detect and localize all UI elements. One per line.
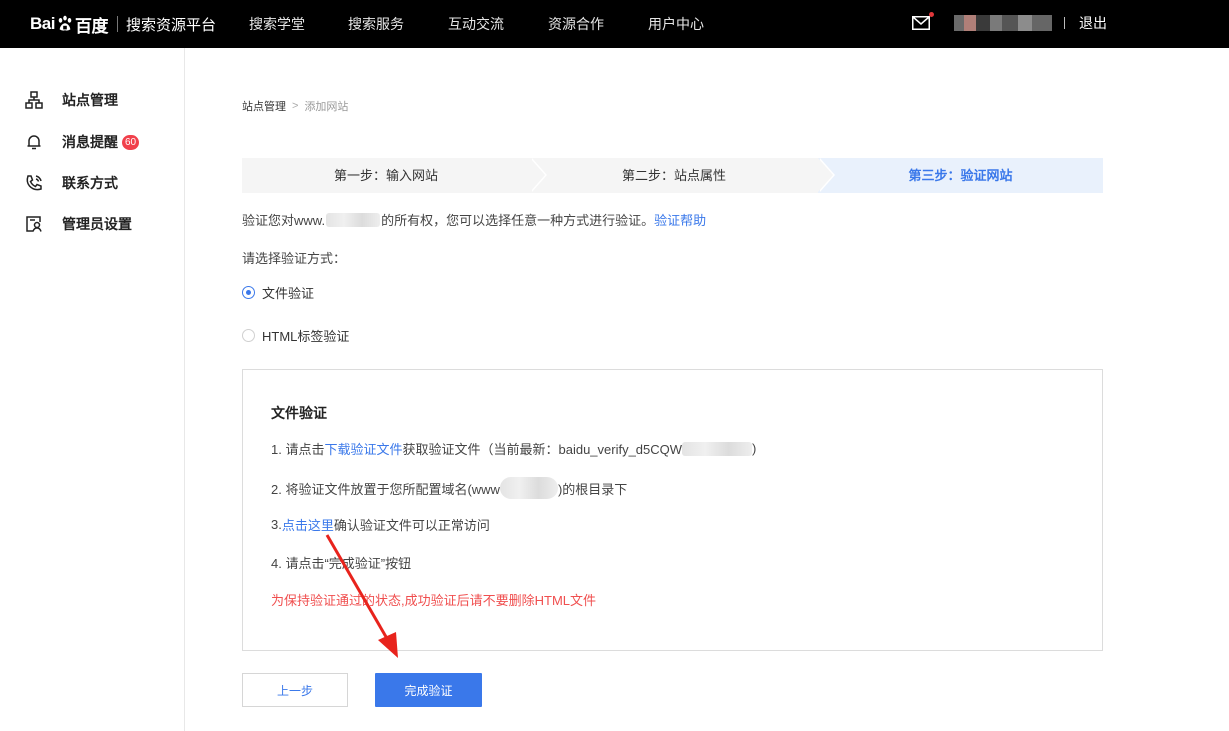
step-3-active: 第三步：验证网站 — [818, 158, 1103, 193]
unread-dot — [929, 12, 934, 17]
warning-text: 为保持验证通过的状态,成功验证后请不要删除HTML文件 — [271, 593, 597, 608]
instruction-step-4: 4. 请点击“完成验证”按钮 — [271, 556, 412, 571]
logo-mark: Bai 百度 — [30, 14, 108, 36]
previous-step-button[interactable]: 上一步 — [242, 673, 348, 707]
nav-community[interactable]: 互动交流 — [448, 14, 504, 34]
nav-search-academy[interactable]: 搜索学堂 — [249, 14, 305, 34]
complete-verify-button[interactable]: 完成验证 — [375, 673, 482, 707]
breadcrumb-current: 添加网站 — [304, 101, 349, 113]
logo-divider — [116, 16, 118, 32]
radio-checked-icon — [242, 286, 255, 299]
header-divider — [1064, 17, 1065, 29]
logout-link[interactable]: 退出 — [1079, 13, 1107, 33]
step-progress: 第一步：输入网站 第二步：站点属性 第三步：验证网站 — [242, 158, 1103, 193]
bell-icon — [24, 132, 44, 152]
instruction-step-1: 1. 请点击 下载验证文件 获取验证文件（当前最新：baidu_verify_d… — [271, 439, 757, 458]
download-verify-file-link[interactable]: 下载验证文件 — [324, 439, 402, 458]
sidebar-item-notifications[interactable]: 消息提醒 60 — [24, 132, 140, 152]
baidu-logo[interactable]: Bai 百度 搜索资源平台 — [30, 8, 216, 40]
redacted-domain — [326, 212, 381, 227]
redacted-domain — [499, 477, 558, 499]
sidebar-item-admin-settings[interactable]: 管理员设置 — [24, 214, 132, 234]
phone-icon — [24, 173, 44, 193]
choose-method-label: 请选择验证方式： — [242, 251, 347, 266]
intro-text: 验证您对www. 的所有权，您可以选择任意一种方式进行验证。 验证帮助 — [242, 210, 706, 229]
breadcrumb: 站点管理 > 添加网站 — [242, 98, 348, 114]
chevron-right-icon: > — [292, 100, 299, 112]
sitemap-icon — [24, 90, 44, 110]
unread-count-badge: 60 — [122, 134, 140, 150]
sidebar-item-label: 站点管理 — [62, 92, 118, 108]
instruction-step-3: 3. 点击这里 确认验证文件可以正常访问 — [271, 515, 490, 534]
step-1: 第一步：输入网站 — [242, 158, 547, 193]
top-bar: Bai 百度 搜索资源平台 搜索学堂 搜索服务 互动交流 资源合作 用户中心 退… — [0, 0, 1229, 48]
user-area: 退出 — [912, 0, 1107, 46]
nav-user-center[interactable]: 用户中心 — [648, 14, 704, 34]
sidebar: 站点管理 消息提醒 60 联系方式 管理员设置 — [0, 48, 185, 731]
nav-search-services[interactable]: 搜索服务 — [348, 14, 404, 34]
sidebar-item-label: 联系方式 — [62, 175, 118, 191]
step-2: 第二步：站点属性 — [530, 158, 835, 193]
sidebar-item-contact[interactable]: 联系方式 — [24, 173, 118, 193]
verify-help-link[interactable]: 验证帮助 — [654, 210, 706, 229]
radio-unchecked-icon — [242, 329, 255, 342]
nav-resource-cooperation[interactable]: 资源合作 — [548, 14, 604, 34]
sidebar-item-site-management[interactable]: 站点管理 — [24, 90, 118, 110]
sidebar-item-label: 消息提醒 — [62, 134, 118, 150]
breadcrumb-parent[interactable]: 站点管理 — [242, 98, 286, 114]
username-redacted[interactable] — [954, 15, 1052, 31]
radio-html-tag-verify[interactable]: HTML标签验证 — [242, 326, 349, 345]
radio-file-verify[interactable]: 文件验证 — [242, 283, 314, 302]
admin-icon — [24, 214, 44, 234]
sidebar-item-label: 管理员设置 — [62, 216, 132, 232]
click-here-link[interactable]: 点击这里 — [282, 515, 334, 534]
paw-icon — [58, 15, 72, 31]
file-verify-panel: 文件验证 1. 请点击 下载验证文件 获取验证文件（当前最新：baidu_ver… — [242, 369, 1103, 651]
instruction-step-2: 2. 将验证文件放置于您所配置域名(www )的根目录下 — [271, 477, 627, 499]
panel-title: 文件验证 — [271, 405, 327, 421]
mail-icon[interactable] — [912, 12, 934, 30]
platform-name: 搜索资源平台 — [125, 16, 216, 34]
redacted-filename — [682, 441, 753, 456]
main-nav: 搜索学堂 搜索服务 互动交流 资源合作 用户中心 — [249, 0, 748, 48]
